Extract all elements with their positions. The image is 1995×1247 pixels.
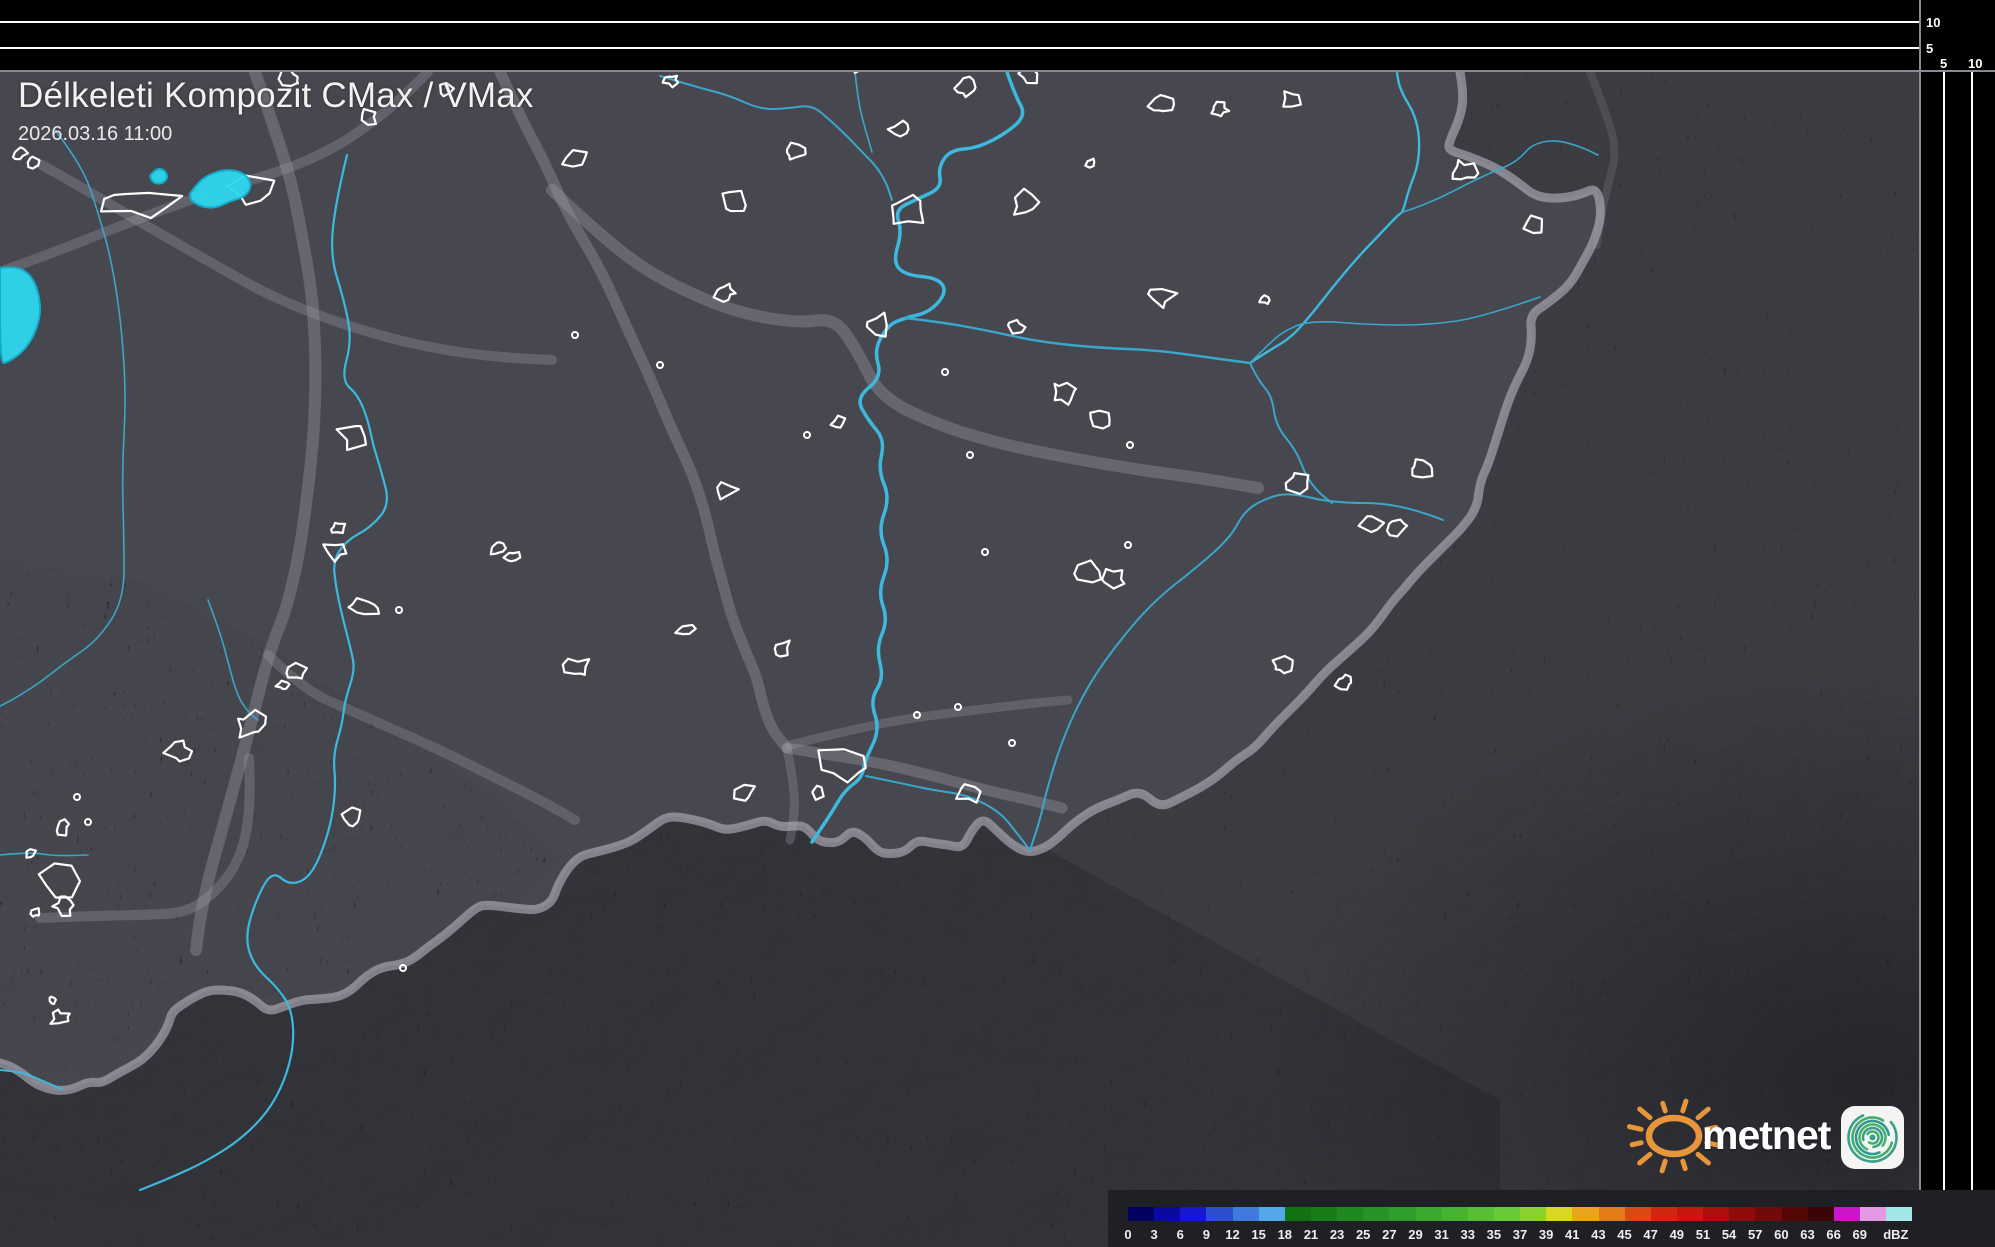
dbz-tick-label: 37 (1513, 1227, 1527, 1242)
dbz-color-segment (1546, 1207, 1572, 1221)
dbz-color-segment (1233, 1207, 1259, 1221)
dbz-unit-label: dBZ (1883, 1227, 1908, 1242)
title-block: Délkeleti Kompozit CMax / VMax 2026.03.1… (18, 76, 534, 146)
dbz-color-segment (1180, 1207, 1206, 1221)
dbz-tick-label: 3 (1151, 1227, 1158, 1242)
dbz-color-segment (1468, 1207, 1494, 1221)
dbz-tick-label: 39 (1539, 1227, 1553, 1242)
terrain-layer (0, 0, 1995, 1247)
metnet-logo-text: metnet (1702, 1112, 1830, 1159)
dbz-color-segment (1651, 1207, 1677, 1221)
dbz-tick-label: 9 (1203, 1227, 1210, 1242)
dbz-tick-label: 49 (1670, 1227, 1684, 1242)
right-scale-strip (1921, 0, 1995, 1247)
dbz-tick-label: 63 (1800, 1227, 1814, 1242)
dbz-color-segment (1520, 1207, 1546, 1221)
dbz-tick-label: 47 (1643, 1227, 1657, 1242)
dbz-color-segment (1599, 1207, 1625, 1221)
dbz-tick-label: 41 (1565, 1227, 1579, 1242)
dbz-color-segment (1259, 1207, 1285, 1221)
metnet-app-icon (1839, 1104, 1907, 1172)
dbz-tick-label: 29 (1408, 1227, 1422, 1242)
dbz-color-segment (1363, 1207, 1389, 1221)
page-title: Délkeleti Kompozit CMax / VMax (18, 76, 534, 116)
dbz-color-segment (1154, 1207, 1180, 1221)
scale-vline-label: 10 (1968, 57, 1982, 70)
timestamp: 2026.03.16 11:00 (18, 123, 534, 146)
dbz-tick-label: 12 (1225, 1227, 1239, 1242)
dbz-tick-label: 23 (1330, 1227, 1344, 1242)
dbz-color-segment (1337, 1207, 1363, 1221)
dbz-color-segment (1442, 1207, 1468, 1221)
dbz-color-segment (1808, 1207, 1834, 1221)
scale-vline (1971, 72, 1973, 1247)
map-right-separator (1919, 0, 1921, 1247)
dbz-tick-label: 27 (1382, 1227, 1396, 1242)
dbz-tick-label: 54 (1722, 1227, 1736, 1242)
dbz-color-segment (1703, 1207, 1729, 1221)
scale-hline (0, 21, 1919, 23)
dbz-tick-label: 60 (1774, 1227, 1788, 1242)
dbz-tick-label: 31 (1434, 1227, 1448, 1242)
dbz-tick-label: 57 (1748, 1227, 1762, 1242)
dbz-tick-label: 51 (1696, 1227, 1710, 1242)
dbz-color-segment (1494, 1207, 1520, 1221)
scale-vline (1943, 72, 1945, 1247)
dbz-tick-label: 33 (1460, 1227, 1474, 1242)
dbz-color-segment (1285, 1207, 1311, 1221)
dbz-color-segment (1311, 1207, 1337, 1221)
dbz-color-segment (1206, 1207, 1232, 1221)
dbz-tick-label: 18 (1278, 1227, 1292, 1242)
dbz-tick-label: 35 (1487, 1227, 1501, 1242)
dbz-tick-label: 15 (1251, 1227, 1265, 1242)
radar-map[interactable] (0, 0, 1995, 1247)
scale-hline-label: 10 (1926, 16, 1940, 29)
scale-vline-label: 5 (1940, 57, 1947, 70)
dbz-color-segment (1755, 1207, 1781, 1221)
dbz-color-segment (1625, 1207, 1651, 1221)
dbz-color-segment (1677, 1207, 1703, 1221)
dbz-color-segment (1128, 1207, 1154, 1221)
radar-app-screen: Délkeleti Kompozit CMax / VMax 2026.03.1… (0, 0, 1995, 1247)
scale-hline-label: 5 (1926, 42, 1933, 55)
dbz-colorbar (1128, 1207, 1912, 1221)
dbz-tick-label: 43 (1591, 1227, 1605, 1242)
dbz-tick-label: 69 (1852, 1227, 1866, 1242)
map-top-separator (0, 70, 1995, 72)
dbz-tick-label: 66 (1826, 1227, 1840, 1242)
dbz-colorbar-labels: 0369121518212325272931333537394143454749… (1128, 1227, 1938, 1242)
dbz-color-segment (1834, 1207, 1860, 1221)
dbz-legend-strip: 0369121518212325272931333537394143454749… (1108, 1190, 1995, 1247)
scale-hline (0, 47, 1919, 49)
dbz-tick-label: 25 (1356, 1227, 1370, 1242)
dbz-color-segment (1729, 1207, 1755, 1221)
dbz-color-segment (1886, 1207, 1912, 1221)
dbz-color-segment (1782, 1207, 1808, 1221)
dbz-color-segment (1416, 1207, 1442, 1221)
radar-map-canvas[interactable] (0, 0, 1995, 1247)
dbz-tick-label: 21 (1304, 1227, 1318, 1242)
dbz-color-segment (1389, 1207, 1415, 1221)
dbz-color-segment (1860, 1207, 1886, 1221)
dbz-color-segment (1572, 1207, 1598, 1221)
dbz-tick-label: 6 (1177, 1227, 1184, 1242)
dbz-tick-label: 45 (1617, 1227, 1631, 1242)
dbz-tick-label: 0 (1124, 1227, 1131, 1242)
top-scale-strip (0, 0, 1995, 71)
